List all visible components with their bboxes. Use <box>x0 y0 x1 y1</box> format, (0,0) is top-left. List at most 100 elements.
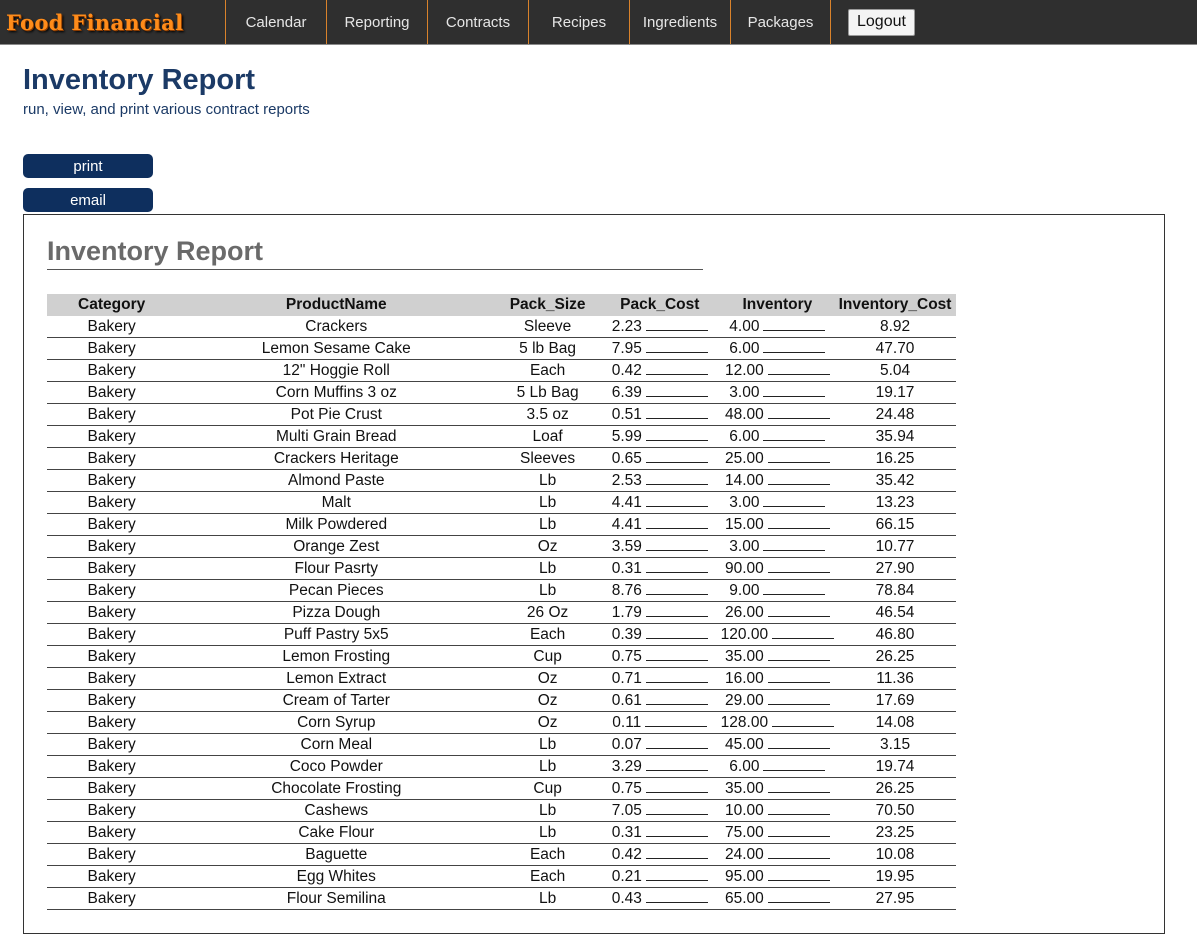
table-row: Bakery Malt Lb 4.41 3.00 13.23 <box>47 491 956 514</box>
table-row: Bakery Flour Semilina Lb 0.43 65.00 27.95 <box>47 887 956 910</box>
inventory-cost-cell: 35.94 <box>834 425 956 448</box>
blank-entry-line <box>645 802 708 815</box>
pack-size-cell: Lb <box>496 755 599 778</box>
pack-size-cell: Lb <box>496 733 599 756</box>
product-name-cell: Pecan Pieces <box>176 579 497 602</box>
category-cell: Bakery <box>47 711 177 734</box>
blank-entry-line <box>645 890 708 903</box>
inventory-cell: 75.00 <box>720 821 835 844</box>
nav-packages[interactable]: Packages <box>730 0 831 44</box>
pack-cost-cell: 0.61 <box>598 689 721 712</box>
inventory-cell: 26.00 <box>720 601 835 624</box>
inventory-cost-cell: 47.70 <box>834 337 956 360</box>
product-name-cell: Pizza Dough <box>176 601 497 624</box>
inventory-value: 24.00 <box>724 845 764 863</box>
inventory-cell: 16.00 <box>720 667 835 690</box>
pack-cost-value: 0.75 <box>611 647 642 665</box>
inventory-cell: 95.00 <box>720 865 835 888</box>
product-name-cell: Almond Paste <box>176 469 497 492</box>
app-logo[interactable]: Food Financial <box>0 0 225 44</box>
blank-entry-line <box>645 362 708 375</box>
blank-entry-line <box>645 604 708 617</box>
nav-reporting[interactable]: Reporting <box>326 0 427 44</box>
column-header: Inventory <box>742 296 813 313</box>
inventory-value: 9.00 <box>729 581 760 599</box>
table-row: Bakery Puff Pastry 5x5 Each 0.39 120.00 46.80 <box>47 623 956 646</box>
pack-size-cell: Oz <box>496 689 599 712</box>
inventory-cost-cell: 3.15 <box>834 733 956 756</box>
blank-entry-line <box>772 626 835 639</box>
inventory-value: 26.00 <box>724 603 764 621</box>
nav-contracts[interactable]: Contracts <box>427 0 528 44</box>
table-row: Bakery Cream of Tarter Oz 0.61 29.00 17.69 <box>47 689 956 712</box>
product-name-cell: Baguette <box>176 843 497 866</box>
inventory-cell: 24.00 <box>720 843 835 866</box>
blank-entry-line <box>645 384 708 397</box>
category-cell: Bakery <box>47 359 177 382</box>
pack-cost-cell: 0.31 <box>598 821 721 844</box>
pack-cost-cell: 6.39 <box>598 381 721 404</box>
pack-cost-value: 4.41 <box>611 515 642 533</box>
table-row: Bakery Multi Grain Bread Loaf 5.99 6.00 35.94 <box>47 425 956 448</box>
pack-cost-value: 0.61 <box>611 691 642 709</box>
column-header: Pack_Size <box>509 296 586 313</box>
pack-size-cell: Lb <box>496 887 599 910</box>
inventory-cell: 9.00 <box>720 579 835 602</box>
table-row: Bakery Flour Pasrty Lb 0.31 90.00 27.90 <box>47 557 956 580</box>
product-name-cell: Flour Semilina <box>176 887 497 910</box>
inventory-cell: 35.00 <box>720 645 835 668</box>
pack-cost-value: 5.99 <box>611 427 642 445</box>
inventory-value: 35.00 <box>724 647 764 665</box>
pack-size-cell: Cup <box>496 777 599 800</box>
column-header: ProductName <box>285 296 387 313</box>
inventory-cost-cell: 16.25 <box>834 447 956 470</box>
pack-size-cell: Oz <box>496 711 599 734</box>
inventory-value: 3.00 <box>729 383 760 401</box>
pack-cost-value: 4.41 <box>611 493 642 511</box>
inventory-value: 75.00 <box>724 823 764 841</box>
blank-entry-line <box>645 318 708 331</box>
table-row: Bakery Orange Zest Oz 3.59 3.00 10.77 <box>47 535 956 558</box>
pack-cost-cell: 0.51 <box>598 403 721 426</box>
inventory-cell: 90.00 <box>720 557 835 580</box>
pack-cost-value: 2.23 <box>611 317 642 335</box>
print-button[interactable]: print <box>23 154 153 178</box>
pack-cost-cell: 0.65 <box>598 447 721 470</box>
pack-cost-value: 0.31 <box>611 559 642 577</box>
inventory-cost-cell: 19.74 <box>834 755 956 778</box>
pack-cost-value: 0.21 <box>611 867 642 885</box>
category-cell: Bakery <box>47 865 177 888</box>
pack-cost-cell: 0.42 <box>598 359 721 382</box>
product-name-cell: Crackers <box>176 316 497 338</box>
product-name-cell: Cashews <box>176 799 497 822</box>
inventory-cost-cell: 11.36 <box>834 667 956 690</box>
blank-entry-line <box>645 340 708 353</box>
logout-button[interactable]: Logout <box>848 8 915 36</box>
pack-size-cell: Lb <box>496 579 599 602</box>
pack-cost-cell: 0.75 <box>598 645 721 668</box>
category-cell: Bakery <box>47 645 177 668</box>
nav-recipes[interactable]: Recipes <box>528 0 629 44</box>
blank-entry-line <box>645 560 708 573</box>
blank-entry-line <box>767 604 830 617</box>
nav-calendar[interactable]: Calendar <box>225 0 326 44</box>
category-cell: Bakery <box>47 447 177 470</box>
category-cell: Bakery <box>47 799 177 822</box>
top-navigation-bar: Food Financial Calendar Reporting Contract… <box>0 0 1197 45</box>
pack-size-cell: Each <box>496 843 599 866</box>
pack-cost-cell: 0.21 <box>598 865 721 888</box>
table-row: Bakery Pizza Dough 26 Oz 1.79 26.00 46.54 <box>47 601 956 624</box>
inventory-cell: 3.00 <box>720 491 835 514</box>
nav-ingredients[interactable]: Ingredients <box>629 0 730 44</box>
email-button[interactable]: email <box>23 188 153 212</box>
inventory-value: 95.00 <box>724 867 764 885</box>
inventory-cost-cell: 78.84 <box>834 579 956 602</box>
blank-entry-line <box>645 428 708 441</box>
category-cell: Bakery <box>47 403 177 426</box>
category-cell: Bakery <box>47 777 177 800</box>
pack-size-cell: Lb <box>496 557 599 580</box>
category-cell: Bakery <box>47 557 177 580</box>
pack-size-cell: Loaf <box>496 425 599 448</box>
pack-cost-cell: 0.43 <box>598 887 721 910</box>
inventory-cost-cell: 23.25 <box>834 821 956 844</box>
